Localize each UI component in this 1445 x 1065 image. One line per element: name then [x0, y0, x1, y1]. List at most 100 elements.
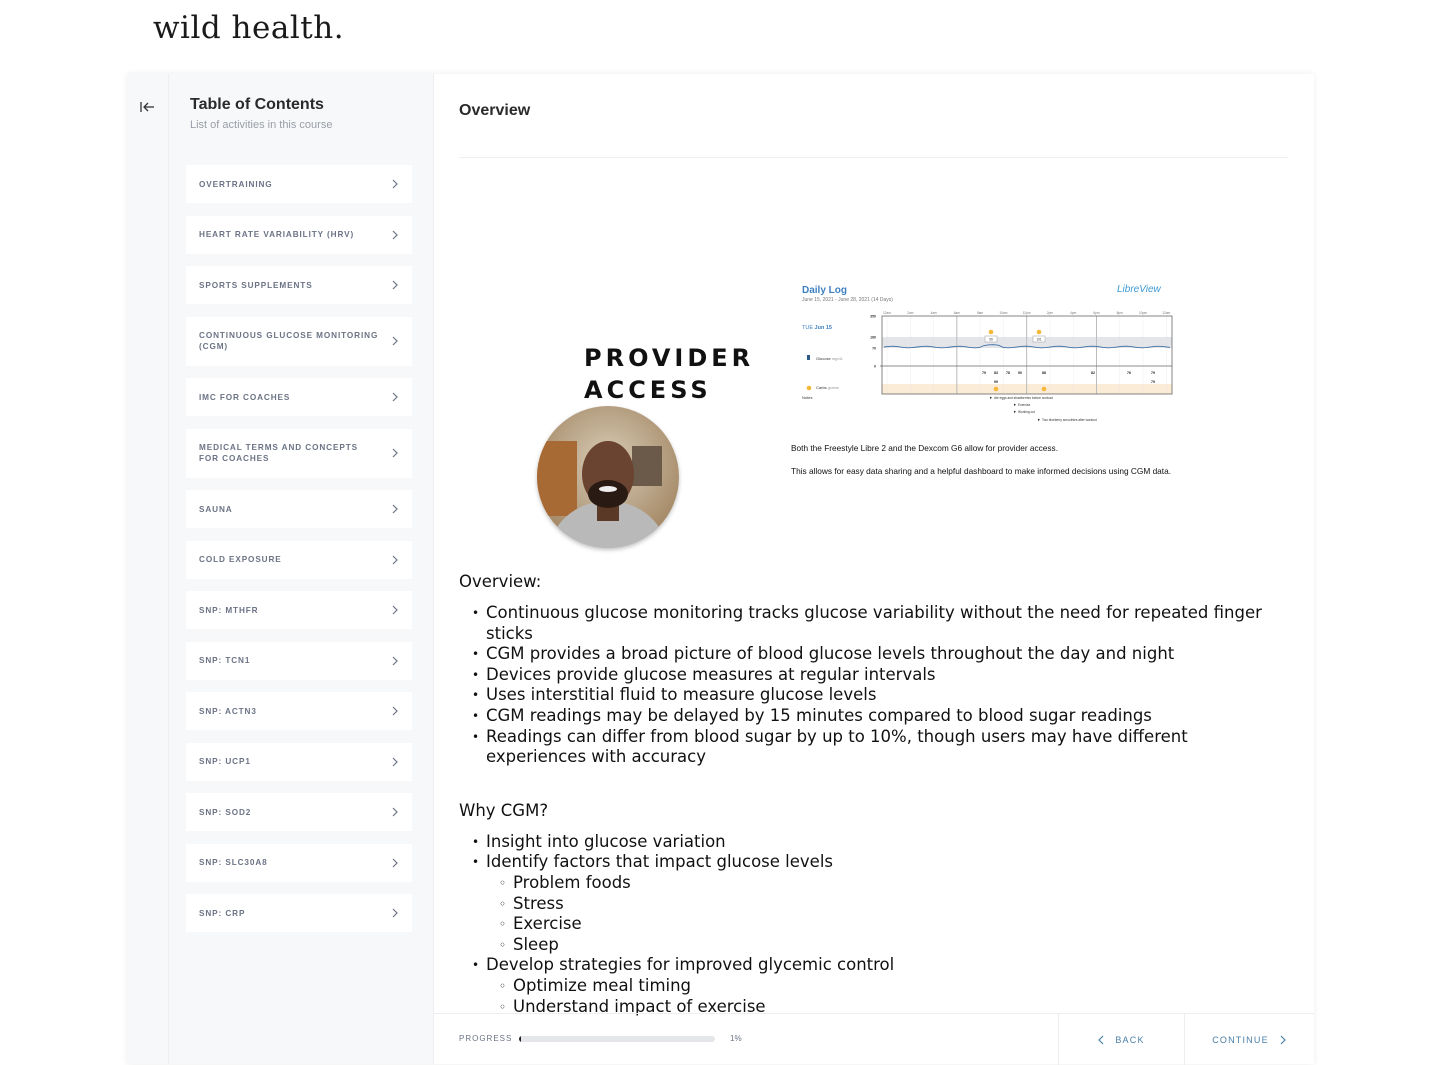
toc-item-label: SNP: SLC30A8 [199, 858, 268, 867]
chevron-right-icon [392, 757, 398, 766]
toc-item-sauna[interactable]: SAUNA [186, 490, 412, 528]
y-tick-label: 350 [870, 314, 876, 318]
toc-item-snp-sod2[interactable]: SNP: SOD2 [186, 793, 412, 831]
presenter-photo [537, 406, 679, 548]
chevron-right-icon [392, 230, 398, 239]
x-tick-label: 10pm [1139, 311, 1147, 315]
slide-caption-2: This allows for easy data sharing and a … [791, 466, 1172, 476]
why-subbullet: Stress [499, 894, 1279, 915]
course-card: Table of Contents List of activities in … [127, 74, 1314, 1065]
chevron-right-icon [392, 908, 398, 918]
toc-item-snp-ucp1[interactable]: SNP: UCP1 [186, 742, 412, 781]
slide-caption-1: Both the Freestyle Libre 2 and the Dexco… [791, 443, 1059, 453]
x-tick-label: 6am [954, 311, 961, 315]
strategies-sublist: Optimize meal timing Understand impact o… [486, 976, 1279, 1017]
overview-bullet: Uses interstitial fluid to measure gluco… [472, 685, 1279, 706]
reading-value: 99 [994, 380, 998, 384]
why-subbullet: Exercise [499, 914, 1279, 935]
toc-item-label: SNP: TCN1 [199, 656, 251, 665]
chevron-left-icon [1098, 1035, 1104, 1044]
toc-item-cold-exposure[interactable]: COLD EXPOSURE [186, 540, 412, 579]
daily-log-range-text: June 15, 2021 - June 28, 2021 [802, 297, 870, 303]
toc-item-medical-terms[interactable]: MEDICAL TERMS AND CONCEPTS FOR COACHES [186, 428, 412, 478]
chevron-right-icon [392, 336, 398, 346]
why-cgm-heading: Why CGM? [459, 800, 549, 820]
why-bullet: Develop strategies for improved glycemic… [472, 955, 1279, 1017]
flagged-value: 101 [1036, 338, 1042, 342]
reading-value: 90 [1018, 371, 1022, 375]
day-date: Jun 15 [815, 325, 832, 331]
x-tick-label: 10am [999, 311, 1007, 315]
wild-health-logo: wild health. [153, 10, 345, 46]
chevron-right-icon [392, 858, 398, 867]
overview-bullet: Readings can differ from blood sugar by … [472, 727, 1279, 768]
page-title: Overview [459, 102, 531, 119]
toc-item-snp-actn3[interactable]: SNP: ACTN3 [186, 692, 412, 730]
toc-item-snp-slc30a8[interactable]: SNP: SLC30A8 [186, 843, 412, 882]
toc-item-label: SPORTS SUPPLEMENTS [199, 280, 313, 290]
note-arrow-icon [1014, 403, 1016, 406]
reading-value: 79 [982, 371, 986, 375]
toc-item-label: SNP: UCP1 [199, 757, 251, 766]
x-tick-label: 2am [907, 311, 914, 315]
chevron-right-icon [392, 807, 398, 817]
collapse-sidebar-icon[interactable] [139, 99, 157, 115]
course-footer: PROGRESS 1% BACK CONTINUE [434, 1013, 1314, 1065]
carb-marker [1036, 329, 1042, 335]
flagged-value: 99 [989, 338, 993, 342]
note-text: Ate eggs and strawberries before workout [994, 396, 1053, 400]
overview-list: Continuous glucose monitoring tracks glu… [459, 603, 1279, 768]
toc-item-sports-supplements[interactable]: SPORTS SUPPLEMENTS [186, 266, 412, 304]
toc-subtitle: List of activities in this course [190, 119, 333, 131]
toc-item-label: SNP: CRP [199, 908, 246, 918]
progress-bar [519, 1036, 715, 1042]
chevron-right-icon [392, 448, 398, 458]
progress-value: 1% [730, 1034, 742, 1043]
x-tick-label: 6pm [1093, 311, 1100, 315]
note-arrow-icon [1038, 418, 1040, 421]
why-subbullet: Optimize meal timing [499, 976, 1279, 997]
lesson-content: Overview: Continuous glucose monitoring … [459, 572, 1279, 1017]
why-bullet-text: Identify factors that impact glucose lev… [486, 852, 833, 872]
toc-item-label: SNP: SOD2 [199, 807, 252, 817]
chevron-right-icon [1280, 1035, 1286, 1044]
x-tick-label: 8am [977, 311, 984, 315]
carb-marker [1041, 386, 1047, 392]
why-bullet: Identify factors that impact glucose lev… [472, 852, 1279, 955]
toc-item-snp-crp[interactable]: SNP: CRP [186, 894, 412, 932]
day-prefix: TUE [802, 325, 813, 331]
x-tick-label: 4am [930, 311, 937, 315]
slide-heading-line1: PROVIDER [584, 344, 755, 372]
toc-item-label: CONTINUOUS GLUCOSE MONITORING (CGM) [199, 331, 379, 351]
toc-item-overtraining[interactable]: OVERTRAINING [186, 165, 412, 203]
notes-label: Notes [802, 395, 812, 400]
continue-button[interactable]: CONTINUE [1184, 1014, 1313, 1065]
progress-bar-fill [519, 1036, 521, 1042]
reading-value: 76 [1127, 371, 1131, 375]
toc-item-snp-tcn1[interactable]: SNP: TCN1 [186, 641, 412, 680]
x-tick-label: 4pm [1070, 311, 1077, 315]
carbs-label-text: Carbs [816, 385, 827, 390]
toc-item-hrv[interactable]: HEART RATE VARIABILITY (HRV) [186, 215, 412, 254]
toc-item-label: SNP: ACTN3 [199, 706, 257, 716]
carbs-unit: grams [828, 385, 839, 390]
glucose-label-text: Glucose [816, 356, 831, 361]
overview-bullet: Continuous glucose monitoring tracks glu… [472, 603, 1279, 644]
daily-log-days: (14 Days) [871, 297, 893, 303]
divider [459, 157, 1288, 158]
chevron-right-icon [392, 605, 398, 615]
progress-label: PROGRESS [459, 1034, 513, 1043]
back-button[interactable]: BACK [1058, 1014, 1184, 1065]
y-tick-label: 70 [872, 346, 876, 350]
y-tick-label: 0 [874, 364, 876, 368]
reading-value: 88 [1042, 371, 1046, 375]
slide-heading-line2: ACCESS [584, 376, 712, 404]
x-tick-label: 8pm [1117, 311, 1124, 315]
toc-item-snp-mthfr[interactable]: SNP: MTHFR [186, 591, 412, 629]
toc-item-imc-for-coaches[interactable]: IMC FOR COACHES [186, 378, 412, 416]
glucose-device-icon [807, 355, 810, 360]
toc-item-cgm[interactable]: CONTINUOUS GLUCOSE MONITORING (CGM) [186, 316, 412, 366]
reading-value: 82 [1091, 371, 1095, 375]
toc-item-label: SAUNA [199, 504, 233, 514]
toc-list: OVERTRAINING HEART RATE VARIABILITY (HRV… [186, 165, 412, 945]
